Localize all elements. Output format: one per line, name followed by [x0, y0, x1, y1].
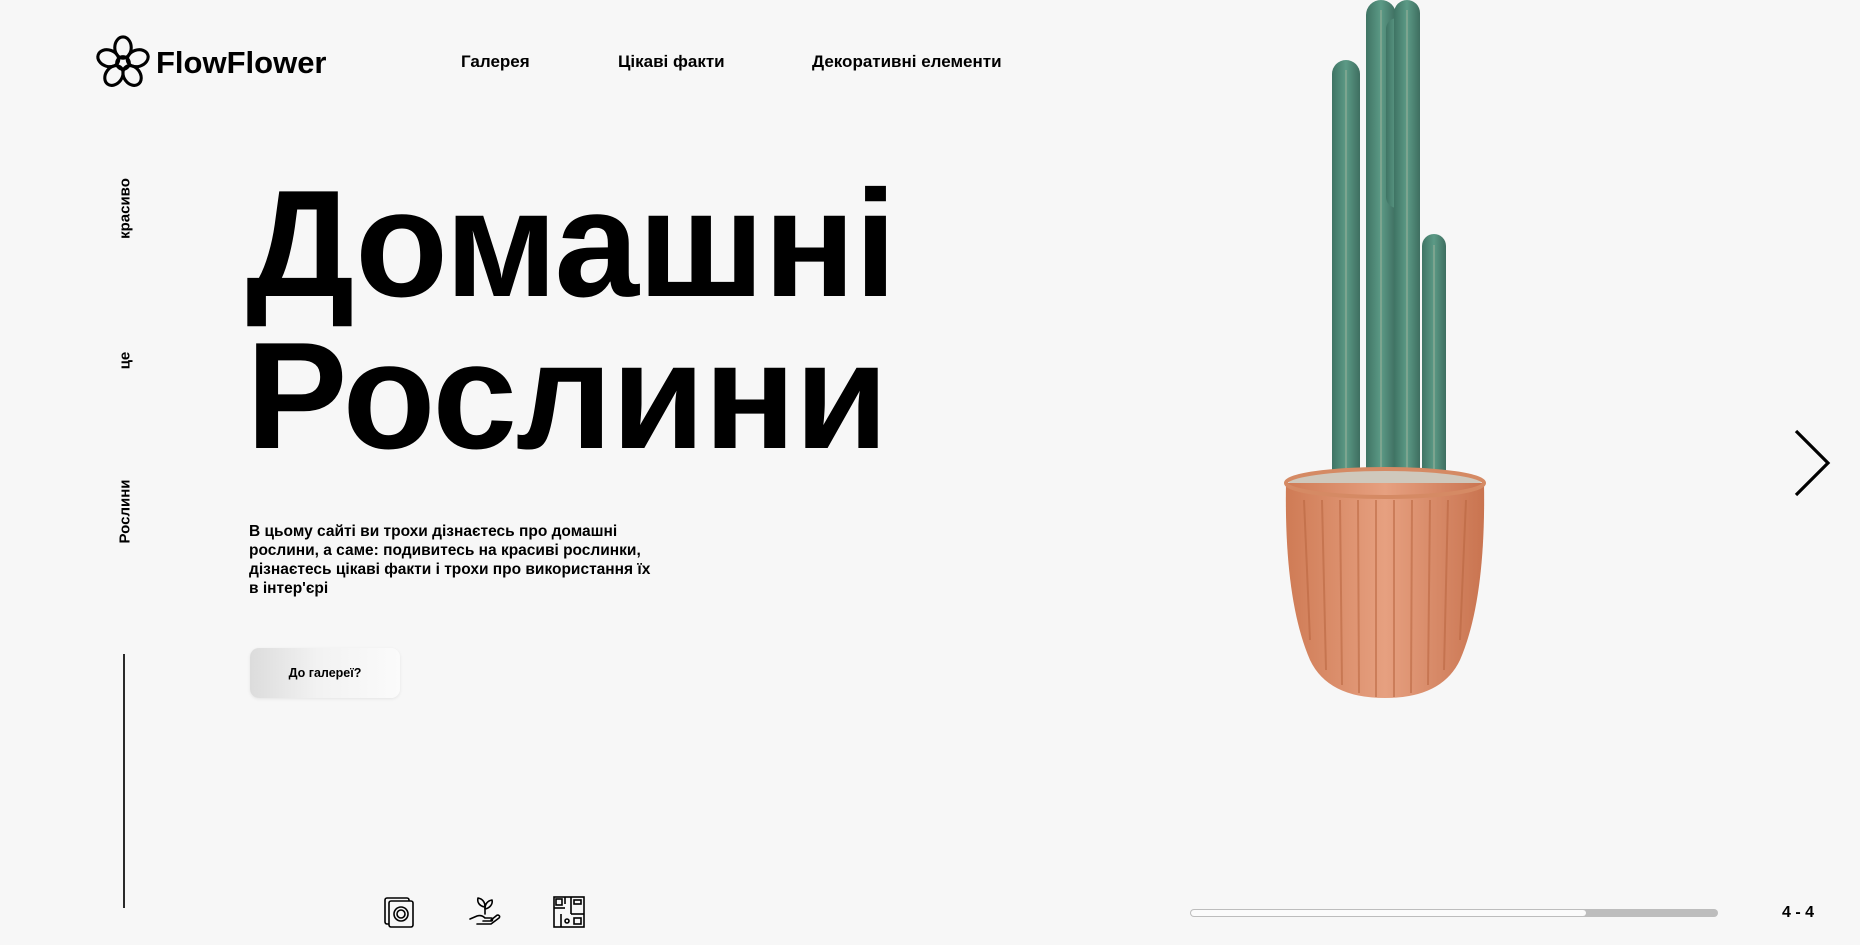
brand-logo[interactable]: FlowFlower — [94, 34, 327, 92]
side-word-plants: Рослини — [116, 479, 134, 544]
brand-name: FlowFlower — [156, 45, 327, 80]
side-word-beautiful: красиво — [116, 178, 134, 239]
gallery-cards-icon[interactable] — [382, 894, 418, 930]
plant-in-hand-icon[interactable] — [467, 894, 503, 930]
hero-title-line-1: Домашні — [246, 159, 897, 329]
nav-gallery[interactable]: Галерея — [461, 52, 530, 72]
slide-progress-fill — [1191, 910, 1586, 916]
slide-counter: 4 - 4 — [1782, 904, 1815, 921]
side-word-is: це — [116, 351, 134, 370]
slide-progress-bar[interactable] — [1190, 909, 1718, 917]
chevron-right-icon[interactable] — [1792, 428, 1832, 498]
nav-decorative-elements[interactable]: Декоративні елементи — [812, 52, 1002, 72]
hero-description: В цьому сайті ви трохи дізнаєтесь про до… — [249, 523, 651, 597]
page: FlowFlower Галерея Цікаві факти Декорати… — [0, 0, 1860, 945]
interior-floorplan-icon[interactable] — [551, 894, 587, 930]
cactus-image — [1284, 0, 1486, 698]
nav-interesting-facts[interactable]: Цікаві факти — [618, 52, 725, 72]
hero-title: Домашні Рослини — [246, 159, 897, 481]
to-gallery-button[interactable]: До галереї? — [250, 648, 400, 698]
flower-icon — [96, 35, 150, 87]
hero-title-line-2: Рослини — [246, 311, 888, 481]
side-divider-line — [123, 654, 125, 908]
